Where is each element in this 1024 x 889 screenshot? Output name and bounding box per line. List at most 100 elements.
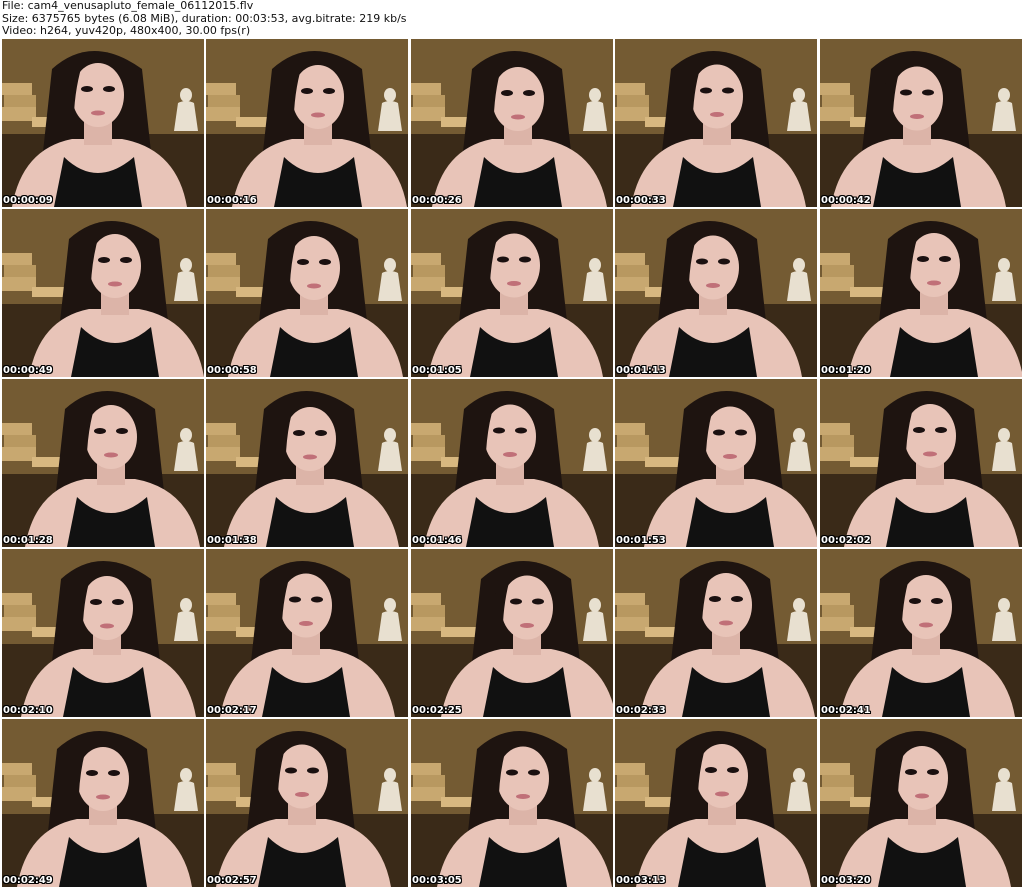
stacked-box xyxy=(208,605,240,617)
stacked-box xyxy=(411,423,441,435)
video-frame-thumbnail: 00:02:10 xyxy=(2,549,204,717)
lips xyxy=(299,621,313,626)
stacked-box xyxy=(2,423,32,435)
frame-timestamp: 00:03:13 xyxy=(616,875,666,886)
webcam-frame-illustration xyxy=(2,549,204,717)
right-eye xyxy=(523,90,535,96)
figurine-head xyxy=(384,768,396,782)
right-eye xyxy=(727,767,739,773)
stacked-box xyxy=(206,253,236,265)
face xyxy=(501,575,553,640)
stacked-box xyxy=(411,593,441,605)
webcam-frame-illustration xyxy=(615,719,817,887)
stacked-box xyxy=(2,787,36,801)
face xyxy=(276,744,328,809)
stacked-box xyxy=(820,83,850,95)
right-eye xyxy=(939,256,951,262)
webcam-frame-illustration xyxy=(615,549,817,717)
figurine-head xyxy=(384,598,396,612)
webcam-frame-illustration xyxy=(206,719,408,887)
webcam-frame-illustration xyxy=(2,719,204,887)
stacked-box xyxy=(822,605,854,617)
lips xyxy=(910,114,924,119)
left-eye xyxy=(501,90,513,96)
webcam-frame-illustration xyxy=(820,209,1022,377)
video-frame-thumbnail: 00:02:25 xyxy=(411,549,613,717)
stacked-box xyxy=(206,787,240,801)
lips xyxy=(295,792,309,797)
right-eye xyxy=(735,429,747,436)
figurine-head xyxy=(180,598,192,612)
left-eye xyxy=(497,256,509,263)
stacked-box xyxy=(413,775,445,787)
frame-timestamp: 00:02:57 xyxy=(207,875,257,886)
stacked-box xyxy=(413,435,445,447)
left-eye xyxy=(90,599,102,605)
stacked-box xyxy=(413,605,445,617)
right-eye xyxy=(307,767,319,774)
stacked-box xyxy=(820,763,850,775)
face xyxy=(85,405,137,469)
face xyxy=(484,404,536,469)
file-name-line: File: cam4_venusapluto_female_06112015.f… xyxy=(2,0,254,12)
frame-timestamp: 00:02:25 xyxy=(412,705,462,716)
stacked-box xyxy=(822,265,854,277)
video-frame-thumbnail: 00:00:33 xyxy=(615,39,817,207)
lips xyxy=(311,112,325,118)
figurine-head xyxy=(384,258,396,272)
right-eye xyxy=(922,89,934,96)
stacked-box xyxy=(822,435,854,447)
frame-timestamp: 00:01:05 xyxy=(412,365,462,376)
right-eye xyxy=(116,428,128,434)
right-eye xyxy=(103,86,115,92)
figurine-head xyxy=(793,428,805,442)
right-eye xyxy=(120,257,132,263)
stacked-box xyxy=(2,253,32,265)
figurine-head xyxy=(180,768,192,782)
video-frame-thumbnail: 00:02:33 xyxy=(615,549,817,717)
figurine-head xyxy=(384,88,396,102)
stacked-box xyxy=(820,277,854,291)
lips xyxy=(511,114,525,120)
lips xyxy=(503,452,517,457)
figurine-head xyxy=(998,598,1010,612)
webcam-frame-illustration xyxy=(820,549,1022,717)
left-eye xyxy=(700,87,712,94)
stacked-box xyxy=(4,605,36,617)
lips xyxy=(923,451,937,457)
stacked-box xyxy=(820,107,854,121)
stacked-box xyxy=(615,763,645,775)
webcam-frame-illustration xyxy=(411,379,613,547)
right-eye xyxy=(718,258,730,265)
figurine-head xyxy=(998,88,1010,102)
file-info-header: File: cam4_venusapluto_female_06112015.f… xyxy=(0,0,1024,38)
right-eye xyxy=(108,770,120,776)
left-eye xyxy=(696,258,708,265)
figurine-head xyxy=(998,258,1010,272)
stacked-box xyxy=(208,95,240,107)
lips xyxy=(108,281,122,287)
left-eye xyxy=(86,770,98,776)
left-eye xyxy=(94,428,106,434)
webcam-frame-illustration xyxy=(2,209,204,377)
right-eye xyxy=(731,596,743,602)
figurine-head xyxy=(793,258,805,272)
stacked-box xyxy=(617,605,649,617)
left-eye xyxy=(917,256,929,262)
stacked-box xyxy=(206,107,240,121)
left-eye xyxy=(289,596,301,603)
face xyxy=(492,67,544,131)
left-eye xyxy=(905,769,917,775)
face xyxy=(497,746,549,811)
stacked-box xyxy=(820,423,850,435)
face xyxy=(288,236,340,300)
stacked-box xyxy=(820,787,854,801)
figurine-head xyxy=(589,88,601,102)
stacked-box xyxy=(206,423,236,435)
face xyxy=(896,746,948,810)
stacked-box xyxy=(822,95,854,107)
stacked-box xyxy=(208,775,240,787)
lips xyxy=(915,793,929,799)
frame-timestamp: 00:02:41 xyxy=(821,705,871,716)
webcam-frame-illustration xyxy=(206,379,408,547)
